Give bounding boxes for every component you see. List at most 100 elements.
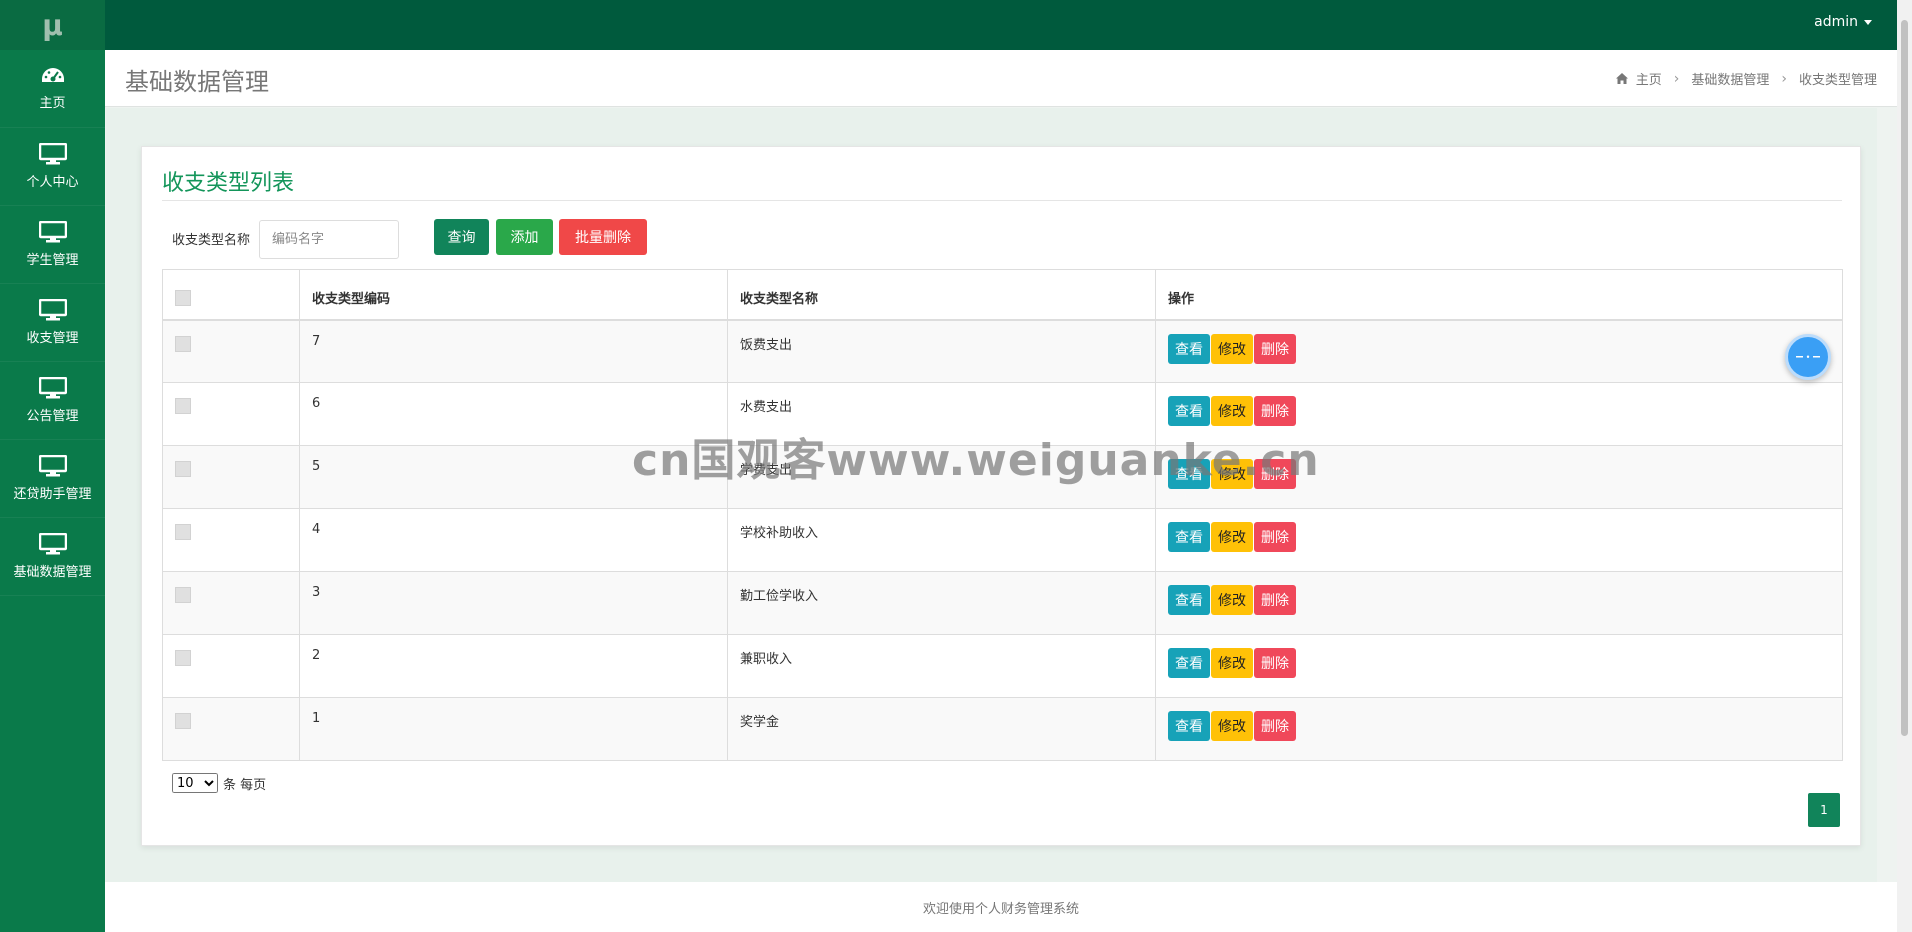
chevron-right-icon: › (1781, 70, 1787, 87)
delete-button[interactable]: 删除 (1254, 333, 1296, 364)
view-button[interactable]: 查看 (1168, 459, 1210, 489)
cell-code: 5 (299, 445, 728, 509)
breadcrumb-current: 收支类型管理 (1798, 73, 1877, 88)
scrollbar[interactable] (1897, 0, 1912, 932)
row-checkbox[interactable] (175, 461, 191, 477)
edit-button[interactable]: 修改 (1211, 396, 1253, 426)
edit-button[interactable]: 修改 (1211, 522, 1253, 552)
table-row: 2 兼职收入 查看 修改 删除 (162, 634, 1843, 698)
row-checkbox[interactable] (175, 587, 191, 603)
delete-button[interactable]: 删除 (1254, 459, 1296, 489)
select-all-checkbox[interactable] (175, 290, 191, 306)
sidebar-item-notices[interactable]: 公告管理 (0, 362, 105, 440)
page-size-select[interactable]: 10 (172, 773, 218, 793)
user-menu[interactable]: admin (1814, 14, 1872, 30)
footer: 欢迎使用个人财务管理系统 (105, 882, 1897, 932)
sidebar-item-finance[interactable]: 收支管理 (0, 284, 105, 362)
monitor-icon (38, 143, 67, 165)
edit-button[interactable]: 修改 (1211, 711, 1253, 741)
sidebar-item-students[interactable]: 学生管理 (0, 206, 105, 284)
view-button[interactable]: 查看 (1168, 585, 1210, 615)
sidebar-item-profile[interactable]: 个人中心 (0, 128, 105, 206)
cell-name: 勤工俭学收入 (727, 571, 1156, 635)
dashboard-icon (41, 68, 64, 82)
row-checkbox[interactable] (175, 335, 191, 352)
delete-button[interactable]: 删除 (1254, 396, 1296, 426)
row-checkbox[interactable] (175, 524, 191, 540)
row-checkbox[interactable] (175, 713, 191, 729)
cell-code: 4 (299, 508, 728, 572)
view-button[interactable]: 查看 (1168, 648, 1210, 678)
cell-ops: 查看 修改 删除 (1155, 508, 1843, 572)
table-header-row: 收支类型编码 收支类型名称 操作 (162, 269, 1843, 321)
cell-name: 水费支出 (727, 382, 1156, 446)
sidebar-item-label: 还贷助手管理 (13, 487, 92, 502)
edit-button[interactable]: 修改 (1211, 648, 1253, 678)
monitor-icon (38, 299, 67, 321)
page-title: 基础数据管理 (125, 68, 269, 96)
header-name: 收支类型名称 (727, 269, 1156, 321)
row-select-cell (162, 319, 300, 383)
delete-button[interactable]: 删除 (1254, 585, 1296, 615)
monitor-icon (38, 455, 67, 477)
cell-ops: 查看 修改 删除 (1155, 634, 1843, 698)
pagination-page-button[interactable]: 1 (1808, 793, 1840, 827)
sidebar-item-label: 收支管理 (26, 331, 79, 346)
floating-assistant-button[interactable] (1785, 334, 1831, 380)
sidebar-item-label: 学生管理 (26, 253, 79, 268)
cell-name: 学校补助收入 (727, 508, 1156, 572)
list-card: 收支类型列表 收支类型名称 查询 添加 批量删除 收支类型编码 收支类型名称 操… (141, 146, 1861, 846)
row-select-cell (162, 445, 300, 509)
add-button[interactable]: 添加 (496, 219, 553, 255)
cell-code: 7 (299, 319, 728, 383)
sidebar-item-home[interactable]: 主页 (0, 50, 105, 128)
cell-ops: 查看 修改 删除 (1155, 571, 1843, 635)
row-checkbox[interactable] (175, 650, 191, 666)
delete-button[interactable]: 删除 (1254, 648, 1296, 678)
breadcrumb-home[interactable]: 主页 (1636, 69, 1662, 88)
sidebar-item-label: 公告管理 (26, 409, 79, 424)
search-input[interactable] (259, 220, 399, 259)
page-header: 基础数据管理 主页 › 基础数据管理 › 收支类型管理 (105, 50, 1897, 107)
header-code: 收支类型编码 (299, 269, 728, 321)
sidebar-item-basedata[interactable]: 基础数据管理 (0, 518, 105, 596)
view-button[interactable]: 查看 (1168, 522, 1210, 552)
table-row: 6 水费支出 查看 修改 删除 (162, 382, 1843, 446)
sidebar-item-label: 基础数据管理 (13, 565, 92, 580)
row-select-cell (162, 382, 300, 446)
data-table: 收支类型编码 收支类型名称 操作 7 饭费支出 查看 修改 删除 6 水费支出 查看 修改 删除 5… (162, 269, 1843, 761)
breadcrumb-section[interactable]: 基础数据管理 (1691, 69, 1769, 88)
edit-button[interactable]: 修改 (1211, 585, 1253, 615)
row-select-cell (162, 697, 300, 761)
app-logo[interactable]: μ (0, 0, 105, 50)
scrollbar-thumb[interactable] (1901, 20, 1908, 736)
query-button[interactable]: 查询 (434, 219, 489, 255)
cell-code: 1 (299, 697, 728, 761)
chevron-right-icon: › (1673, 70, 1680, 87)
monitor-icon (38, 377, 67, 399)
cell-name: 奖学金 (727, 697, 1156, 761)
row-select-cell (162, 508, 300, 572)
cell-name: 饭费支出 (727, 319, 1156, 383)
delete-button[interactable]: 删除 (1254, 522, 1296, 552)
cell-ops: 查看 修改 删除 (1155, 697, 1843, 761)
view-button[interactable]: 查看 (1168, 333, 1210, 364)
cell-ops: 查看 修改 删除 (1155, 319, 1843, 383)
batch-delete-button[interactable]: 批量删除 (559, 219, 647, 255)
edit-button[interactable]: 修改 (1211, 459, 1253, 489)
top-navbar: admin (105, 0, 1912, 50)
sidebar-item-label: 主页 (39, 96, 66, 111)
row-checkbox[interactable] (175, 398, 191, 414)
sidebar: μ 主页 个人中心 学生管理 收支管理 公告管理 还贷助手管理 基础数据管理 (0, 0, 105, 932)
edit-button[interactable]: 修改 (1211, 333, 1253, 364)
content-area: 收支类型列表 收支类型名称 查询 添加 批量删除 收支类型编码 收支类型名称 操… (106, 108, 1877, 882)
home-icon (1615, 73, 1628, 84)
page-size-suffix: 条 每页 (223, 777, 267, 793)
delete-button[interactable]: 删除 (1254, 711, 1296, 741)
table-row: 5 学费支出 查看 修改 删除 (162, 445, 1843, 509)
cell-ops: 查看 修改 删除 (1155, 445, 1843, 509)
sidebar-item-loans[interactable]: 还贷助手管理 (0, 440, 105, 518)
view-button[interactable]: 查看 (1168, 711, 1210, 741)
view-button[interactable]: 查看 (1168, 396, 1210, 426)
row-select-cell (162, 571, 300, 635)
